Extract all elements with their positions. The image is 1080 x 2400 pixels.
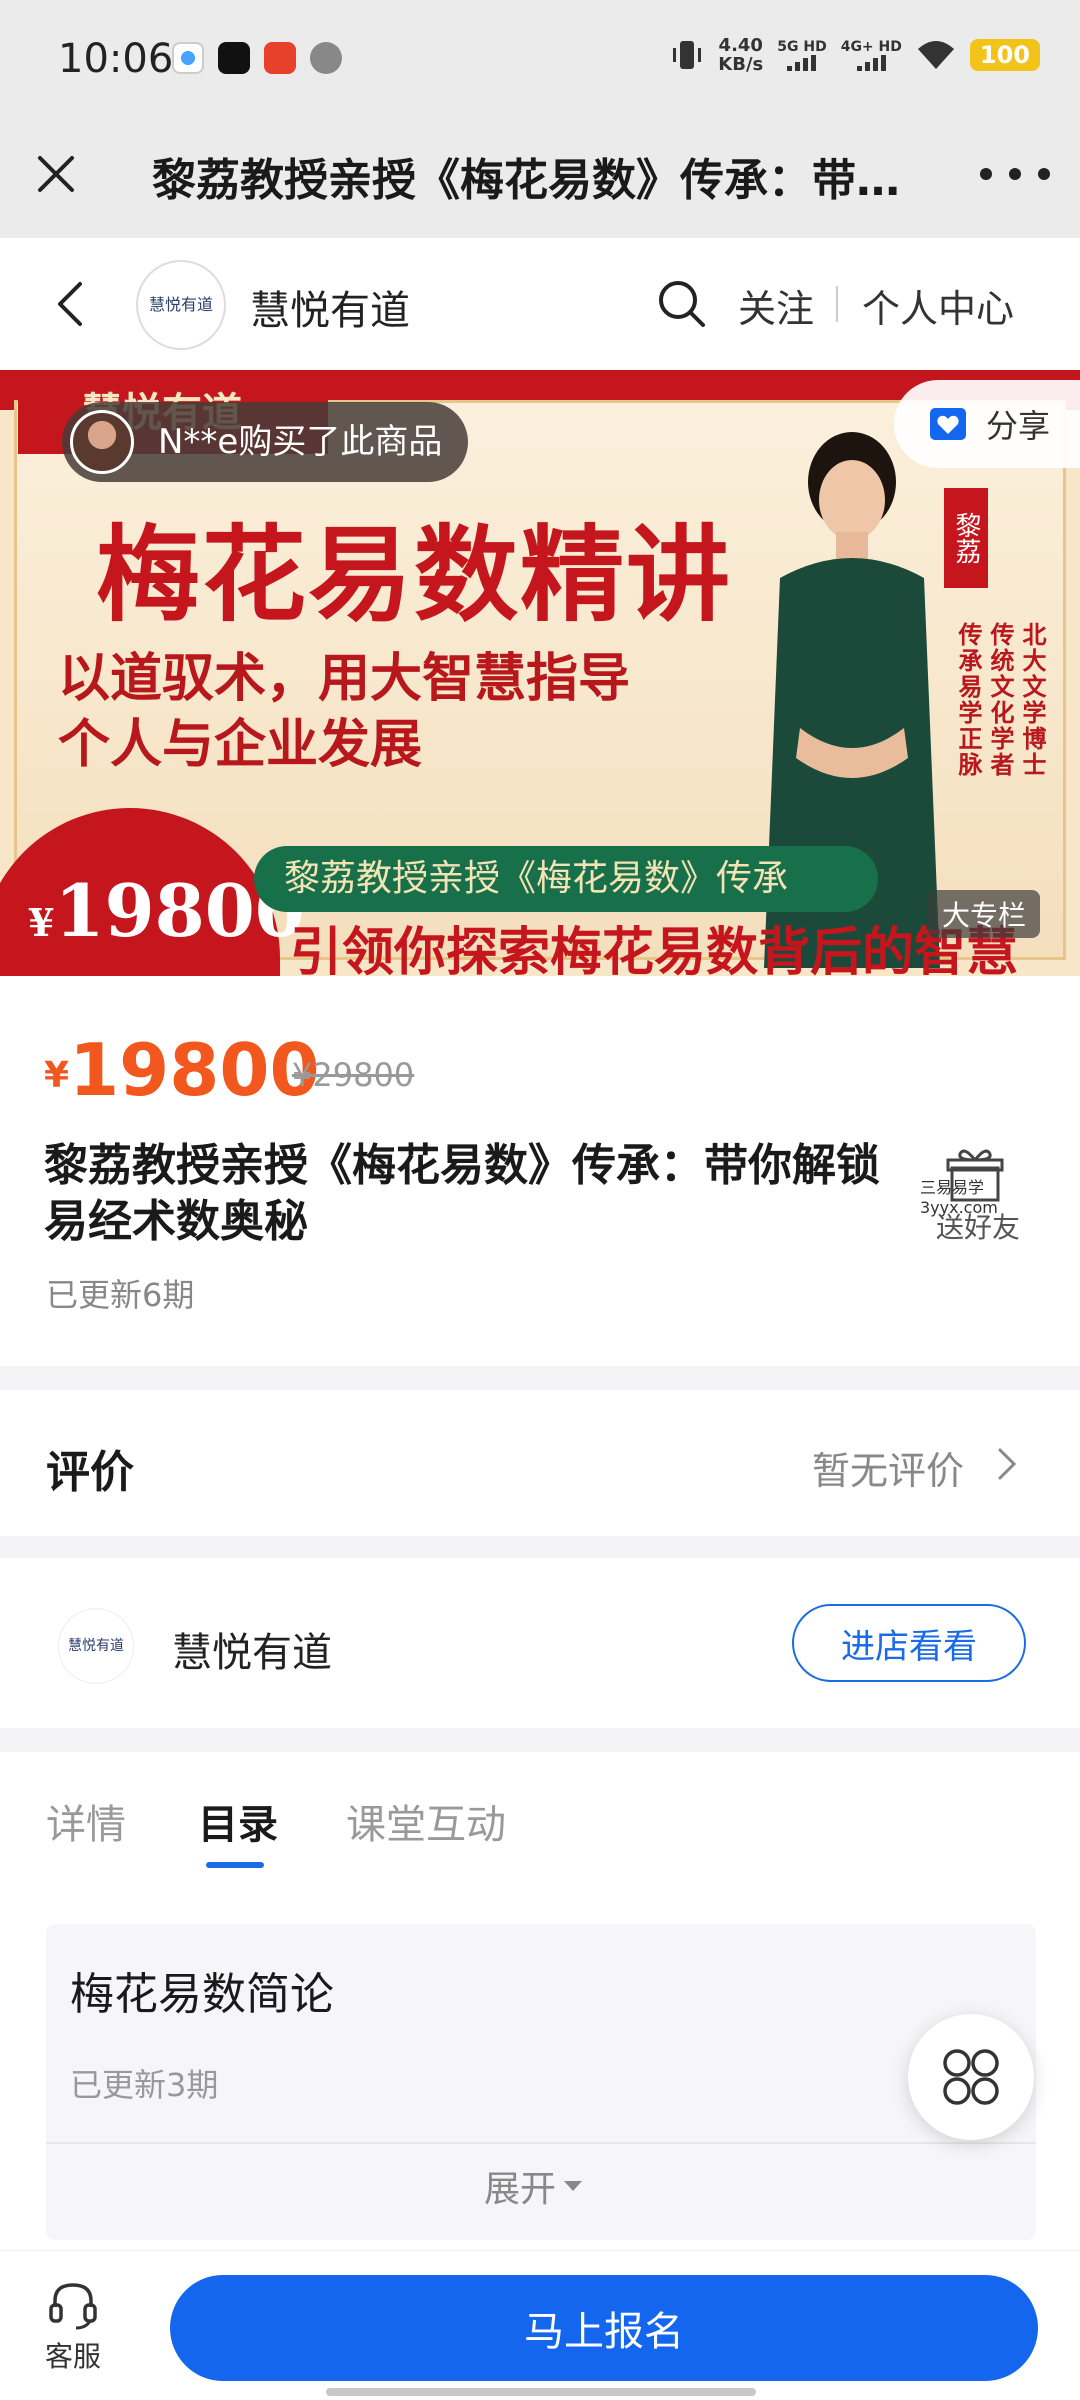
tab-class-interaction[interactable]: 课堂互动 (346, 1792, 506, 1850)
signal-bars-icon (856, 55, 886, 71)
status-app-icons (172, 42, 342, 74)
shop-name[interactable]: 慧悦有道 (172, 1620, 332, 1678)
battery-indicator: 100 (969, 39, 1040, 71)
title-bar: 黎荔教授亲授《梅花易数》传承：带你解锁易经术数奥秘 (0, 120, 1080, 238)
buyer-toast: N**e购买了此商品 (62, 402, 469, 482)
shop-header: 慧悦有道 慧悦有道 关注 个人中心 (0, 238, 1080, 370)
tiktok-notification-icon (218, 42, 250, 74)
personal-center-link[interactable]: 个人中心 (862, 278, 1014, 333)
column-tag: 大专栏 (928, 890, 1041, 938)
buyer-avatar (70, 410, 134, 474)
signup-button[interactable]: 马上报名 (170, 2275, 1038, 2381)
bottom-action-bar: 客服 马上报名 (0, 2250, 1080, 2400)
price-currency: ¥ (44, 1055, 70, 1096)
network-speed: 4.40 KB/s (718, 36, 763, 74)
search-icon[interactable] (654, 276, 708, 330)
review-label: 评价 (46, 1447, 134, 1498)
app-notification-icon (172, 42, 204, 74)
content-tabs-area: 详情 目录 课堂互动 梅花易数简论 已更新3期 展开 (0, 1752, 1080, 2252)
banner-bottom-text: 引领你探索梅花易数背后的智慧 (290, 922, 1019, 976)
updated-count: 已更新6期 (46, 1276, 195, 1314)
status-indicators: 4.40 KB/s 5G HD 4G+ HD 100 (670, 36, 1040, 74)
banner-subtitle: 以道驭术，用大智慧指导 个人与企业发展 (58, 646, 630, 778)
review-value: 暂无评价 (811, 1449, 964, 1493)
customer-service-label: 客服 (44, 2340, 101, 2373)
page-title: 黎荔教授亲授《梅花易数》传承：带你解锁易经术数奥秘 (152, 155, 922, 206)
product-title: 黎荔教授亲授《梅花易数》传承：带你解锁易经术数奥秘 (44, 1140, 880, 1247)
watermark-line1: 三易易学 (920, 1178, 985, 1197)
banner-pill: 黎荔教授亲授《梅花易数》传承 (254, 846, 878, 912)
course-banner[interactable]: 慧悦有道 N**e购买了此商品 分享 梅花易数精讲 以道驭术，用大智慧指导 个人… (0, 370, 1080, 976)
gift-label[interactable]: 送好友 (936, 1206, 1020, 1246)
shop-name[interactable]: 慧悦有道 (250, 278, 410, 336)
review-row[interactable]: 评价 暂无评价 (0, 1390, 1080, 1536)
presenter-title-1: 北大文学博士 (1018, 622, 1047, 778)
follow-button[interactable]: 关注 (738, 278, 814, 333)
shop-logo[interactable]: 慧悦有道 (136, 260, 226, 350)
vibrate-icon (673, 41, 702, 69)
tab-details[interactable]: 详情 (46, 1792, 126, 1850)
expand-button[interactable]: 展开 (484, 2160, 583, 2212)
share-label: 分享 (986, 407, 1051, 445)
signal-bars-icon (787, 55, 817, 71)
presenter-title-2: 传统文化学者 (986, 622, 1015, 778)
network-speed-unit: KB/s (718, 54, 764, 75)
catalog-divider (46, 2142, 1036, 2144)
grid-menu-icon (943, 2049, 999, 2105)
banner-subtitle-line2: 个人与企业发展 (58, 714, 423, 775)
catalog-title[interactable]: 梅花易数简论 (70, 1958, 334, 2022)
back-icon[interactable] (48, 278, 92, 330)
shop-row: 慧悦有道 慧悦有道 进店看看 (0, 1558, 1080, 1728)
network-speed-value: 4.40 (718, 35, 763, 56)
home-indicator[interactable] (326, 2388, 756, 2396)
headset-icon (49, 2283, 97, 2330)
price-value: 19800 (69, 1028, 320, 1112)
shopping-notification-icon (264, 42, 296, 74)
original-price: ¥29800 (292, 1056, 415, 1094)
catalog-section: 梅花易数简论 已更新3期 展开 (46, 1924, 1036, 2240)
seal-currency: ¥ (28, 900, 55, 945)
sim1-label: 5G HD (777, 39, 827, 55)
caret-down-icon (564, 2181, 583, 2191)
expand-label: 展开 (484, 2169, 557, 2210)
chevron-right-icon (998, 1448, 1017, 1480)
tab-catalog[interactable]: 目录 (198, 1792, 278, 1850)
catalog-subtitle: 已更新3期 (70, 2066, 219, 2104)
header-divider (836, 286, 838, 322)
active-tab-indicator (206, 1862, 264, 1868)
status-bar: 10:06 4.40 KB/s 5G HD 4G+ HD 100 (0, 0, 1080, 120)
buyer-toast-text: N**e购买了此商品 (158, 422, 443, 462)
floating-menu-button[interactable] (908, 2014, 1034, 2140)
banner-subtitle-line1: 以道驭术，用大智慧指导 (58, 648, 631, 709)
presenter-title-3: 传承易学正脉 (954, 622, 983, 778)
banner-headline: 梅花易数精讲 (96, 513, 733, 636)
presenter-titles: 北大文学博士 传统文化学者 传承易学正脉 (954, 622, 1047, 778)
signal-sim2: 4G+ HD (841, 39, 902, 71)
product-info-card: ¥19800 ¥29800 黎荔教授亲授《梅花易数》传承：带你解锁易经术数奥秘 … (0, 976, 1080, 1366)
enter-shop-button[interactable]: 进店看看 (792, 1604, 1026, 1682)
link-notification-icon (310, 42, 342, 74)
wifi-icon (917, 41, 954, 69)
status-time: 10:06 (58, 36, 174, 82)
close-icon[interactable] (32, 150, 80, 198)
signal-sim1: 5G HD (777, 39, 827, 71)
more-icon[interactable] (980, 152, 1050, 196)
customer-service-button[interactable]: 客服 (38, 2277, 108, 2375)
sim2-label: 4G+ HD (840, 39, 902, 55)
presenter-name: 黎荔 (944, 488, 988, 588)
product-price: ¥19800 (44, 1028, 320, 1112)
shop-logo[interactable]: 慧悦有道 (58, 1608, 134, 1684)
